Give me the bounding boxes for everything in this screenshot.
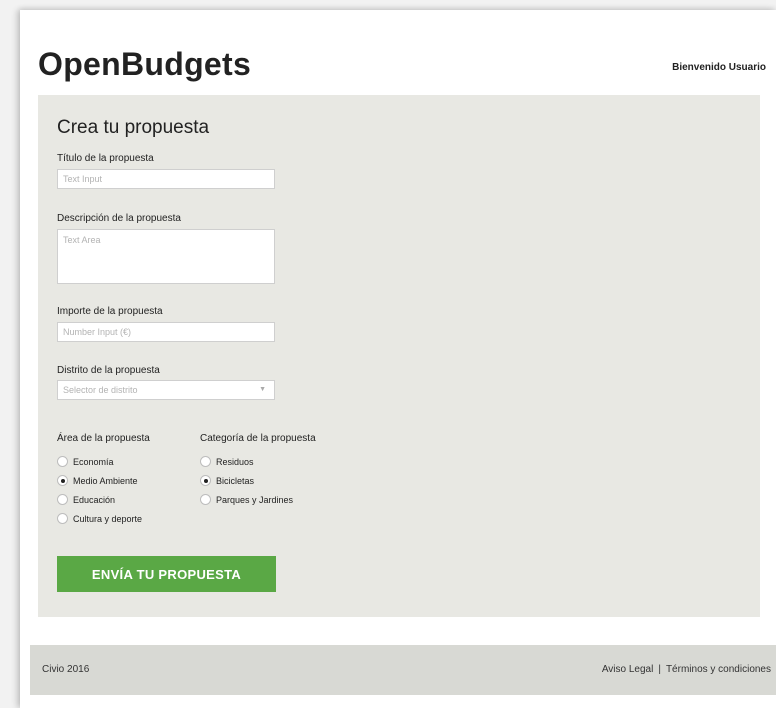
- chevron-down-icon: ▼: [259, 386, 266, 393]
- amount-input[interactable]: [57, 322, 275, 342]
- radio-label: Cultura y deporte: [73, 513, 143, 524]
- radio-label: Parques y Jardines: [216, 494, 294, 505]
- radio-label: Residuos: [216, 456, 254, 467]
- radio-button[interactable]: [57, 494, 68, 505]
- radio-label: Bicicletas: [216, 475, 255, 486]
- district-select-placeholder: Selector de distrito: [63, 385, 138, 395]
- radio-label: Economía: [73, 456, 114, 467]
- radio-button[interactable]: [57, 513, 68, 524]
- district-select[interactable]: Selector de distrito ▼: [57, 380, 275, 400]
- category-radio-group: Categoría de la propuesta Residuos Bicic…: [200, 433, 316, 509]
- radio-option-parques-jardines[interactable]: Parques y Jardines: [200, 490, 316, 509]
- legal-notice-link[interactable]: Aviso Legal: [602, 664, 654, 675]
- area-radio-group: Área de la propuesta Economía Medio Ambi…: [57, 433, 150, 528]
- radio-option-residuos[interactable]: Residuos: [200, 452, 316, 471]
- radio-option-educacion[interactable]: Educación: [57, 490, 150, 509]
- radio-label: Medio Ambiente: [73, 475, 138, 486]
- radio-button[interactable]: [200, 456, 211, 467]
- page-sheet: OpenBudgets Bienvenido Usuario Crea tu p…: [20, 10, 776, 708]
- footer: Civio 2016 Aviso Legal | Términos y condic…: [30, 645, 776, 695]
- category-group-label: Categoría de la propuesta: [200, 433, 316, 444]
- footer-links: Aviso Legal | Términos y condiciones: [602, 664, 771, 675]
- radio-button[interactable]: [57, 456, 68, 467]
- welcome-user[interactable]: Bienvenido Usuario: [672, 62, 766, 73]
- terms-link[interactable]: Términos y condiciones: [666, 664, 771, 675]
- form-title: Crea tu propuesta: [57, 117, 210, 138]
- amount-label: Importe de la propuesta: [57, 306, 163, 317]
- radio-button-selected[interactable]: [57, 475, 68, 486]
- area-group-label: Área de la propuesta: [57, 433, 150, 444]
- radio-option-cultura-deporte[interactable]: Cultura y deporte: [57, 509, 150, 528]
- proposal-form-panel: Crea tu propuesta Título de la propuesta…: [38, 95, 760, 617]
- title-label: Título de la propuesta: [57, 153, 154, 164]
- radio-option-economia[interactable]: Economía: [57, 452, 150, 471]
- description-label: Descripción de la propuesta: [57, 213, 181, 224]
- radio-label: Educación: [73, 494, 116, 505]
- submit-proposal-button[interactable]: ENVÍA TU PROPUESTA: [57, 556, 276, 592]
- title-input[interactable]: [57, 169, 275, 189]
- radio-button-selected[interactable]: [200, 475, 211, 486]
- radio-option-medio-ambiente[interactable]: Medio Ambiente: [57, 471, 150, 490]
- footer-separator: |: [658, 664, 661, 675]
- footer-copyright: Civio 2016: [42, 664, 90, 675]
- radio-button[interactable]: [200, 494, 211, 505]
- description-textarea[interactable]: [57, 229, 275, 284]
- radio-option-bicicletas[interactable]: Bicicletas: [200, 471, 316, 490]
- site-logo[interactable]: OpenBudgets: [38, 46, 251, 83]
- district-label: Distrito de la propuesta: [57, 365, 160, 376]
